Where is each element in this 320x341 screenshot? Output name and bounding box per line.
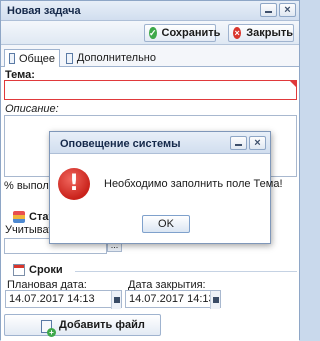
minimize-icon xyxy=(265,11,272,13)
checkmark-icon: ✓ xyxy=(149,27,157,39)
window-titlebar: Новая задача × xyxy=(1,1,299,21)
dialog-body: ! Необходимо заполнить поле Тема! OK xyxy=(50,154,283,243)
toolbar: ✓ Сохранить × Закрыть xyxy=(1,21,299,45)
tab-additional-label: Дополнительно xyxy=(76,52,156,64)
planned-date-input[interactable]: 14.07.2017 14:13 xyxy=(5,290,122,309)
minimize-icon xyxy=(235,144,242,146)
dates-section-label: Сроки xyxy=(29,264,63,276)
dialog-message: Необходимо заполнить поле Тема! xyxy=(104,178,283,190)
close-button-label: Закрыть xyxy=(246,27,293,39)
status-icon xyxy=(13,211,25,223)
add-file-button[interactable]: Добавить файл xyxy=(4,314,161,337)
tab-bar: Общее Дополнительно xyxy=(1,47,299,68)
tab-additional[interactable]: Дополнительно xyxy=(62,49,160,67)
window-controls: × xyxy=(260,3,296,17)
save-button-label: Сохранить xyxy=(161,27,221,39)
dialog-close-button[interactable]: × xyxy=(249,136,266,150)
tab-general[interactable]: Общее xyxy=(4,49,60,68)
dialog-title: Оповещение системы xyxy=(60,138,181,150)
planned-date-value: 14.07.2017 14:13 xyxy=(9,293,95,305)
dates-divider xyxy=(75,271,297,272)
minimize-button[interactable] xyxy=(260,3,277,17)
dialog-minimize-button[interactable] xyxy=(230,136,247,150)
error-marker-icon xyxy=(290,81,296,87)
dialog-titlebar: Оповещение системы × xyxy=(50,132,270,154)
cancel-icon: × xyxy=(233,27,242,39)
planned-date-picker-icon[interactable] xyxy=(111,291,121,309)
topic-input[interactable] xyxy=(4,80,297,100)
close-icon: × xyxy=(254,137,261,149)
dialog-window-controls: × xyxy=(230,136,266,150)
close-date-value: 14.07.2017 14:13 xyxy=(129,293,215,305)
ok-button[interactable]: OK xyxy=(142,215,190,233)
description-label: Описание: xyxy=(5,103,59,115)
grid-icon xyxy=(66,52,73,64)
error-icon: ! xyxy=(58,168,90,200)
close-window-button[interactable]: × xyxy=(279,3,296,17)
calendar-icon xyxy=(13,264,25,276)
document-icon xyxy=(9,53,15,64)
tab-general-label: Общее xyxy=(18,52,55,65)
close-button[interactable]: × Закрыть xyxy=(228,24,294,42)
save-button[interactable]: ✓ Сохранить xyxy=(144,24,220,42)
close-icon: × xyxy=(284,4,291,16)
window-title: Новая задача xyxy=(7,5,81,17)
add-file-label: Добавить файл xyxy=(59,319,145,331)
system-alert-dialog: Оповещение системы × ! Необходимо заполн… xyxy=(49,131,283,244)
add-file-icon xyxy=(41,320,56,337)
close-date-input[interactable]: 14.07.2017 14:13 xyxy=(125,290,221,309)
close-date-picker-icon[interactable] xyxy=(210,291,220,309)
